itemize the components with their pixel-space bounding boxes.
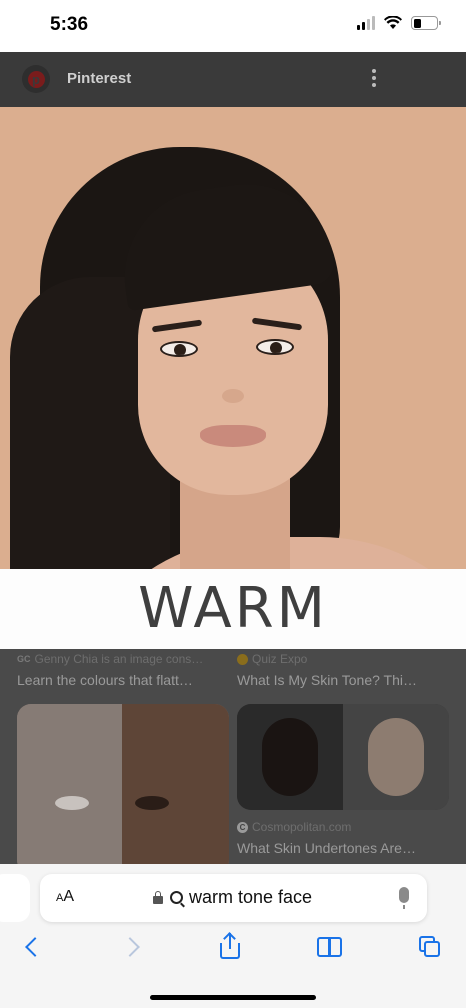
book-icon bbox=[317, 937, 343, 957]
pinterest-header: p Pinterest bbox=[0, 52, 466, 107]
text-size-button[interactable]: AA bbox=[56, 888, 74, 906]
result-source: Quiz Expo bbox=[237, 652, 449, 666]
wifi-icon bbox=[384, 16, 402, 29]
status-time: 5:36 bbox=[50, 14, 89, 35]
previous-tab-address-bar[interactable] bbox=[0, 874, 30, 922]
result-caption[interactable]: Learn the colours that flatt… bbox=[17, 672, 229, 688]
web-content: p Pinterest WARM GC Genny Chia is an ima… bbox=[0, 52, 466, 864]
result-image[interactable] bbox=[17, 704, 229, 864]
result-card[interactable]: C Cosmopolitan.com What Skin Undertones … bbox=[237, 820, 449, 856]
warm-label: WARM bbox=[138, 576, 328, 641]
search-icon bbox=[170, 891, 183, 904]
signal-icon bbox=[357, 16, 375, 30]
warm-label-band: WARM bbox=[0, 569, 466, 649]
microphone-icon[interactable] bbox=[399, 887, 409, 909]
address-text: warm tone face bbox=[189, 887, 313, 907]
status-bar: 5:36 bbox=[0, 0, 466, 52]
forward-button[interactable] bbox=[113, 930, 153, 964]
browser-toolbar: AA warm tone face bbox=[0, 864, 466, 1008]
result-card[interactable]: Quiz Expo What Is My Skin Tone? Thi… bbox=[237, 652, 449, 688]
pinterest-logo-icon[interactable]: p bbox=[22, 65, 50, 93]
result-image[interactable] bbox=[237, 704, 449, 810]
cosmopolitan-icon: C bbox=[237, 821, 248, 833]
battery-icon bbox=[411, 16, 441, 30]
hero-image[interactable]: WARM bbox=[0, 107, 466, 649]
result-caption[interactable]: What Is My Skin Tone? Thi… bbox=[237, 672, 449, 688]
share-icon bbox=[220, 932, 240, 959]
gc-logo-icon: GC bbox=[17, 654, 31, 664]
result-caption[interactable]: What Skin Undertones Are… bbox=[237, 840, 449, 856]
chevron-right-icon bbox=[120, 937, 140, 957]
back-button[interactable] bbox=[12, 930, 52, 964]
result-source: C Cosmopolitan.com bbox=[237, 820, 449, 834]
tabs-icon bbox=[419, 936, 441, 958]
tabs-button[interactable] bbox=[410, 930, 450, 964]
status-icons bbox=[357, 16, 441, 30]
lock-icon bbox=[153, 890, 163, 904]
bookmarks-button[interactable] bbox=[310, 930, 350, 964]
pinterest-title: Pinterest bbox=[67, 70, 132, 87]
quiz-expo-icon bbox=[237, 653, 248, 665]
chevron-left-icon bbox=[25, 937, 45, 957]
browser-nav bbox=[0, 930, 466, 964]
address-bar[interactable]: AA warm tone face bbox=[40, 874, 427, 922]
more-options-icon[interactable] bbox=[372, 69, 376, 90]
share-button[interactable] bbox=[210, 930, 250, 964]
address-field[interactable]: warm tone face bbox=[153, 887, 312, 908]
home-indicator[interactable] bbox=[150, 995, 316, 1000]
result-card[interactable]: GC Genny Chia is an image cons… Learn th… bbox=[17, 652, 229, 688]
result-source: GC Genny Chia is an image cons… bbox=[17, 652, 204, 666]
